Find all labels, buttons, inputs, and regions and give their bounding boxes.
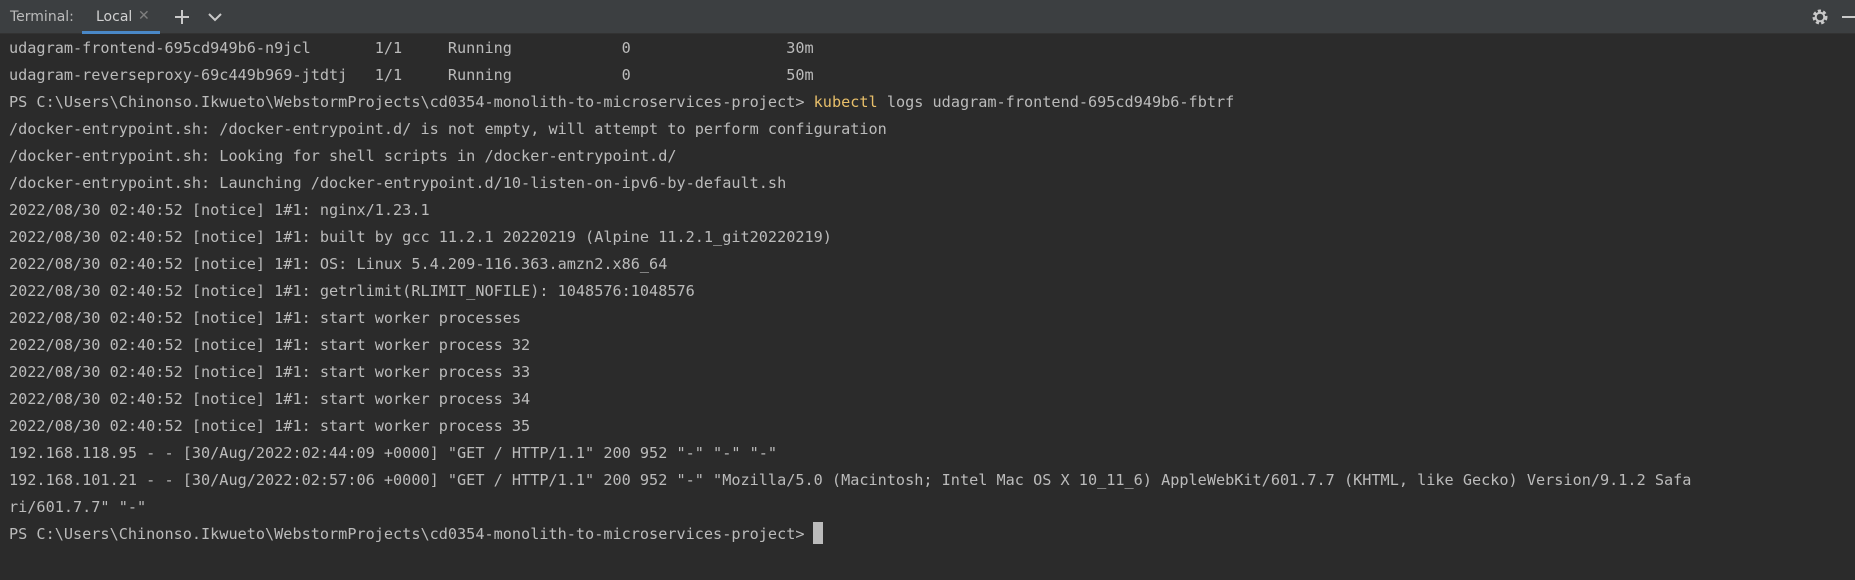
command-args: logs udagram-frontend-695cd949b6-fbtrf (877, 93, 1235, 111)
text-cursor (812, 522, 823, 544)
close-icon[interactable]: ✕ (138, 8, 150, 24)
log-line: /docker-entrypoint.sh: Looking for shell… (9, 147, 677, 165)
chevron-down-icon[interactable] (204, 6, 226, 28)
log-line: /docker-entrypoint.sh: /docker-entrypoin… (9, 120, 887, 138)
log-line: 2022/08/30 02:40:52 [notice] 1#1: OS: Li… (9, 255, 668, 273)
gear-icon[interactable] (1809, 6, 1831, 28)
prompt: PS C:\Users\Chinonso.Ikwueto\WebstormPro… (9, 525, 805, 543)
log-line: 2022/08/30 02:40:52 [notice] 1#1: start … (9, 363, 531, 381)
log-line: 2022/08/30 02:40:52 [notice] 1#1: built … (9, 228, 832, 246)
log-line: 2022/08/30 02:40:52 [notice] 1#1: getrli… (9, 282, 695, 300)
minimize-icon[interactable] (1838, 6, 1855, 28)
pod-row: udagram-reverseproxy-69c449b969-jtdtj 1/… (9, 66, 814, 84)
command-keyword: kubectl (813, 93, 878, 111)
log-line: 2022/08/30 02:40:52 [notice] 1#1: start … (9, 336, 531, 354)
terminal-toolbar: Terminal: Local ✕ (0, 0, 1855, 34)
command-line: PS C:\Users\Chinonso.Ikwueto\WebstormPro… (9, 89, 1234, 116)
prompt: PS C:\Users\Chinonso.Ikwueto\WebstormPro… (9, 93, 814, 111)
log-line: 2022/08/30 02:40:52 [notice] 1#1: start … (9, 417, 531, 435)
terminal-output[interactable]: udagram-frontend-695cd949b6-n9jcl 1/1 Ru… (0, 34, 1855, 580)
log-line: 192.168.118.95 - - [30/Aug/2022:02:44:09… (9, 444, 778, 462)
log-line: 192.168.101.21 - - [30/Aug/2022:02:57:06… (9, 471, 1692, 489)
terminal-title: Terminal: (10, 9, 74, 25)
pod-row: udagram-frontend-695cd949b6-n9jcl 1/1 Ru… (9, 39, 814, 57)
prompt-line: PS C:\Users\Chinonso.Ikwueto\WebstormPro… (9, 521, 823, 548)
log-line: 2022/08/30 02:40:52 [notice] 1#1: start … (9, 390, 531, 408)
log-line: /docker-entrypoint.sh: Launching /docker… (9, 174, 787, 192)
log-line: 2022/08/30 02:40:52 [notice] 1#1: nginx/… (9, 201, 430, 219)
tab-local-label: Local (96, 9, 133, 25)
log-line: ri/601.7.7" "-" (9, 498, 147, 516)
log-line: 2022/08/30 02:40:52 [notice] 1#1: start … (9, 309, 522, 327)
plus-icon[interactable] (171, 6, 193, 28)
tab-local[interactable]: Local ✕ (82, 0, 160, 34)
